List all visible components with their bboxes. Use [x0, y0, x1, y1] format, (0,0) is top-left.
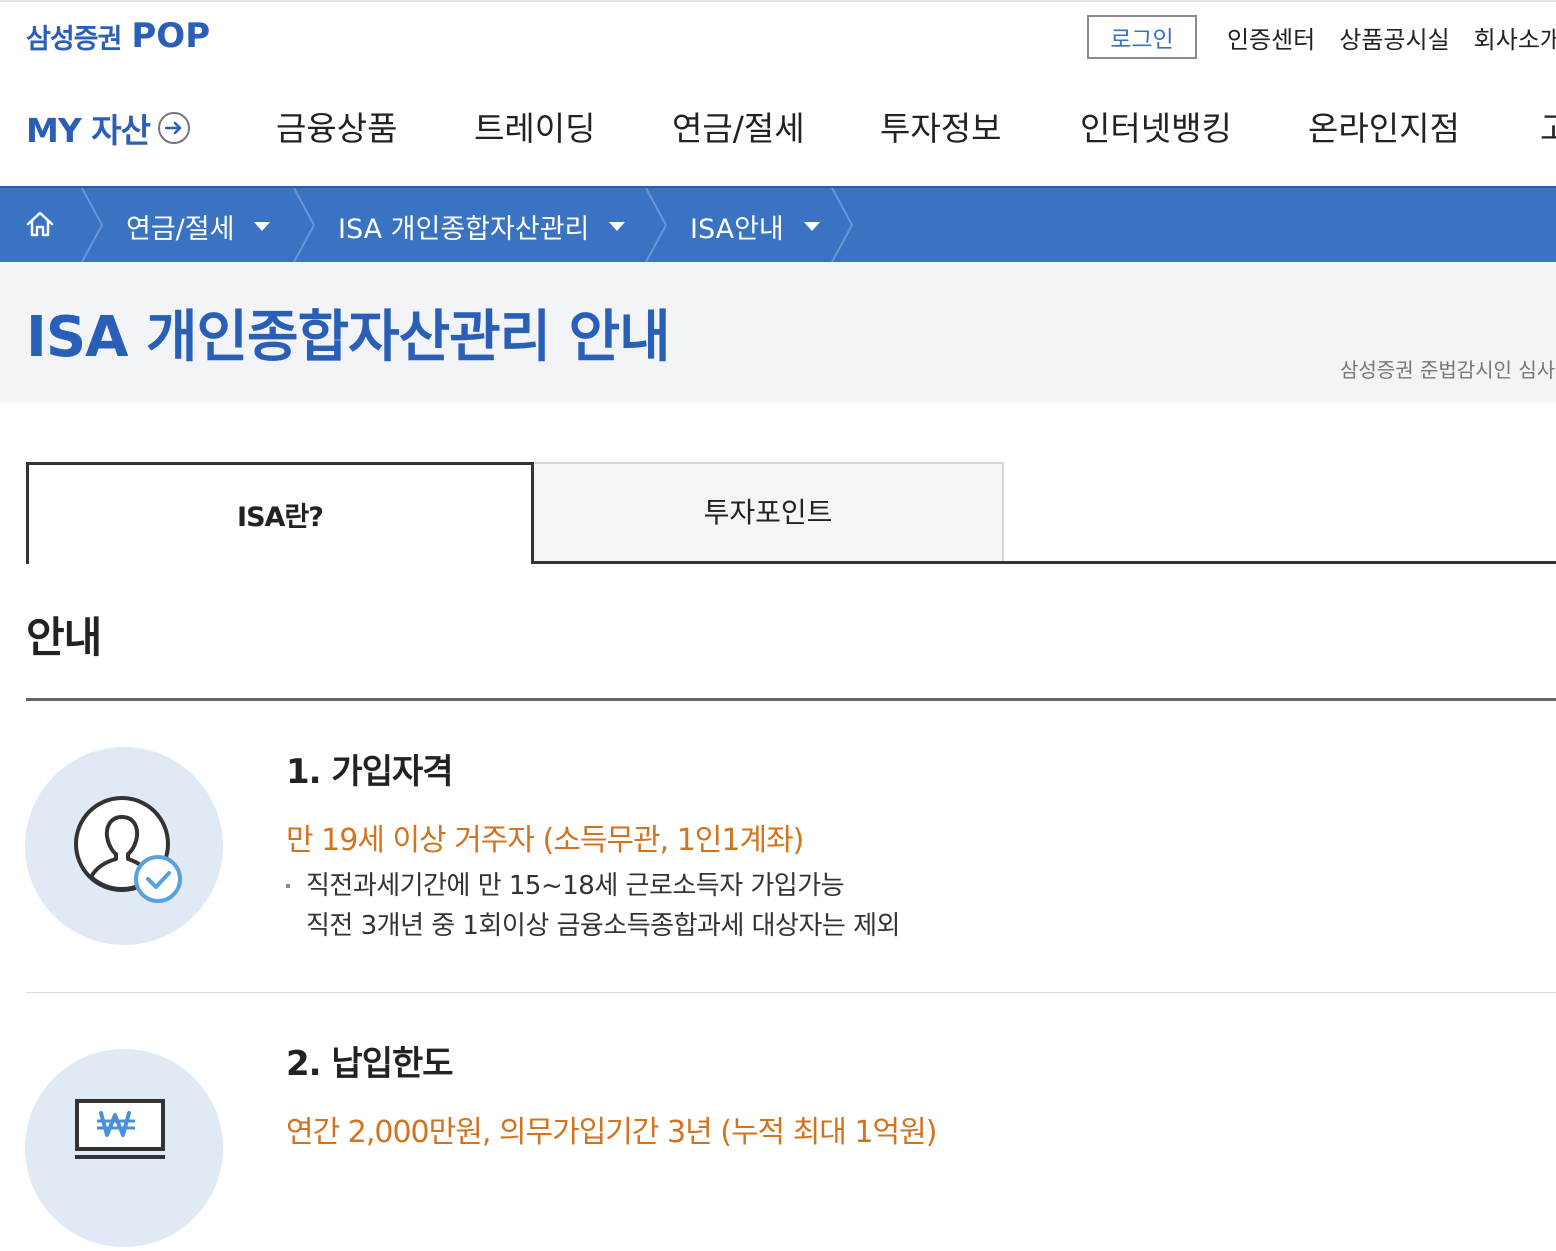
login-button[interactable]: 로그인	[1086, 15, 1197, 59]
item-bullet-list: 직전과세기간에 만 15~18세 근로소득자 가입가능 직전 3개년 중 1회이…	[286, 866, 900, 946]
nav-internet-banking[interactable]: 인터넷뱅킹	[1080, 102, 1232, 150]
nav-financial-products[interactable]: 금융상품	[276, 102, 397, 150]
util-link-auth-center[interactable]: 인증센터	[1227, 20, 1315, 55]
nav-investment-info[interactable]: 투자정보	[880, 102, 1001, 150]
item-bullet-line: 직전 3개년 중 1회이상 금융소득종합과세 대상자는 제외	[306, 911, 900, 941]
item-highlight: 연간 2,000만원, 의무가입기간 3년 (누적 최대 1억원)	[286, 1115, 937, 1150]
my-asset-link[interactable]: MY 자산	[26, 104, 190, 152]
breadcrumb-label: ISA 개인종합자산관리	[338, 214, 590, 245]
tab-investment-points[interactable]: 투자포인트	[534, 462, 1004, 561]
nav-pension-tax[interactable]: 연금/절세	[672, 102, 805, 150]
caret-down-icon	[803, 222, 820, 231]
arrow-right-circle-icon	[157, 112, 190, 144]
logo-text: 삼성증권	[26, 23, 122, 55]
breadcrumb-separator	[831, 188, 854, 262]
breadcrumb-label: ISA안내	[690, 214, 784, 245]
user-check-icon	[74, 796, 182, 903]
breadcrumb-label: 연금/절세	[126, 214, 235, 245]
section-divider	[26, 698, 1556, 701]
won-register-icon	[75, 1099, 165, 1159]
breadcrumb-isa-guide[interactable]: ISA안내	[690, 207, 820, 246]
bullet-dot	[286, 884, 290, 888]
breadcrumb-isa[interactable]: ISA 개인종합자산관리	[338, 207, 626, 246]
caret-down-icon	[254, 222, 271, 231]
util-link-product-disclosure[interactable]: 상품공시실	[1339, 20, 1449, 55]
item-title: 1. 가입자격	[286, 752, 454, 792]
item-bullet-line: 직전과세기간에 만 15~18세 근로소득자 가입가능	[306, 871, 845, 901]
samsung-securities-logo[interactable]: 삼성증권 POP	[26, 14, 210, 58]
nav-online-branch[interactable]: 온라인지점	[1308, 102, 1460, 150]
breadcrumb-separator	[293, 188, 316, 262]
home-icon[interactable]	[24, 208, 56, 240]
caret-down-icon	[609, 222, 626, 231]
compliance-note: 삼성증권 준법감시인 심사필	[1340, 358, 1556, 382]
main-navigation: MY 자산 금융상품 트레이딩 연금/절세 투자정보 인터넷뱅킹 온라인지점 고…	[0, 86, 1556, 164]
item-divider	[26, 992, 1556, 993]
tab-underline	[531, 561, 1556, 564]
page-header: ISA 개인종합자산관리 안내 삼성증권 준법감시인 심사필	[0, 262, 1556, 402]
breadcrumb-pension-tax[interactable]: 연금/절세	[126, 207, 271, 246]
tab-what-is-isa[interactable]: ISA란?	[26, 462, 534, 564]
item-highlight: 만 19세 이상 거주자 (소득무관, 1인1계좌)	[286, 823, 804, 858]
item-title: 2. 납입한도	[286, 1044, 454, 1084]
nav-customer-center[interactable]: 고객센터	[1540, 102, 1556, 150]
util-link-company[interactable]: 회사소개	[1474, 20, 1556, 55]
breadcrumb-separator	[81, 188, 104, 262]
page-title: ISA 개인종합자산관리 안내	[26, 305, 671, 370]
section-title: 안내	[26, 613, 102, 662]
top-border	[0, 0, 1556, 2]
breadcrumb: 연금/절세 ISA 개인종합자산관리 ISA안내	[0, 186, 1556, 262]
breadcrumb-separator	[645, 188, 668, 262]
utility-links: 로그인 인증센터 상품공시실 회사소개	[1086, 12, 1556, 62]
tab-bar: ISA란? 투자포인트	[26, 462, 1556, 566]
logo-pop: POP	[131, 16, 211, 56]
item-icon-circle	[25, 1049, 223, 1247]
nav-trading[interactable]: 트레이딩	[474, 102, 595, 150]
my-asset-label: MY 자산	[26, 111, 151, 150]
item-icon-circle	[25, 747, 223, 945]
